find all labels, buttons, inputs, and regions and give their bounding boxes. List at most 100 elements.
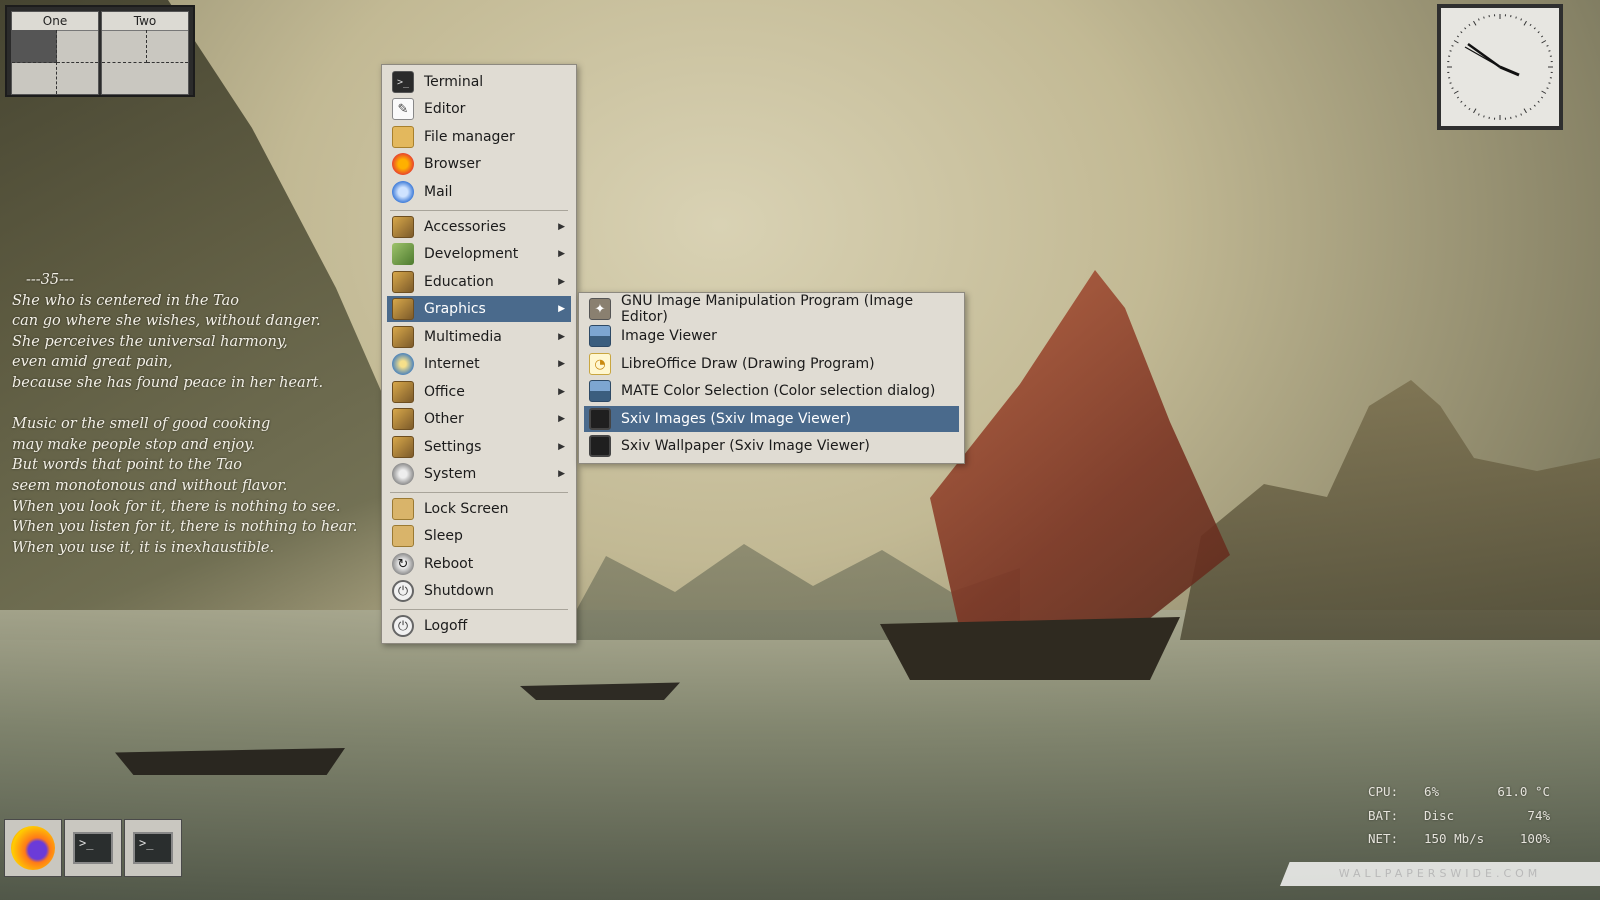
poem-line: When you look for it, there is nothing t… — [12, 498, 341, 515]
menu-separator — [390, 210, 568, 211]
submenu-arrow-icon: ▶ — [558, 359, 565, 369]
graphics-submenu: ✦ GNU Image Manipulation Program (Image … — [578, 292, 965, 464]
poem-line: But words that point to the Tao — [12, 457, 242, 474]
menu-item-label: Accessories — [424, 219, 507, 235]
menu-item-office[interactable]: Office ▶ — [387, 379, 571, 405]
menu-item-terminal[interactable]: >_ Terminal — [387, 69, 571, 95]
submenu-item-sxiv-images[interactable]: Sxiv Images (Sxiv Image Viewer) — [584, 406, 959, 432]
pager-cell — [57, 30, 98, 63]
cpu-usage: 6% — [1424, 784, 1440, 799]
analog-clock — [1437, 4, 1563, 130]
wallpaper-junk-sail — [930, 270, 1230, 650]
office-icon — [392, 381, 414, 403]
menu-item-shutdown[interactable]: ⏻ Shutdown — [387, 578, 571, 604]
submenu-item-color-selection[interactable]: MATE Color Selection (Color selection di… — [584, 378, 959, 404]
menu-item-settings[interactable]: Settings ▶ — [387, 434, 571, 460]
menu-item-label: Shutdown — [424, 583, 494, 599]
submenu-arrow-icon: ▶ — [558, 222, 565, 232]
network-status: NET: 150 Mb/s 100% — [1368, 827, 1550, 851]
menu-separator — [390, 492, 568, 493]
menu-item-accessories[interactable]: Accessories ▶ — [387, 214, 571, 240]
poem-line: Music or the smell of good cooking — [12, 416, 271, 433]
menu-item-label: Development — [424, 246, 519, 262]
menu-item-other[interactable]: Other ▶ — [387, 406, 571, 432]
menu-item-label: Graphics — [424, 301, 486, 317]
settings-icon — [392, 436, 414, 458]
clock-tick — [1515, 115, 1517, 118]
menu-item-reboot[interactable]: ↻ Reboot — [387, 551, 571, 577]
menu-item-editor[interactable]: ✎ Editor — [387, 96, 571, 122]
submenu-item-libreoffice-draw[interactable]: ◔ LibreOffice Draw (Drawing Program) — [584, 351, 959, 377]
menu-item-label: Image Viewer — [621, 328, 717, 344]
menu-item-label: Other — [424, 411, 464, 427]
poem-line: When you use it, it is inexhaustible. — [12, 539, 275, 556]
wallpaper-watermark: WALLPAPERSWIDE.COM — [1280, 862, 1600, 886]
mail-icon — [392, 181, 414, 203]
menu-item-browser[interactable]: Browser — [387, 151, 571, 177]
submenu-arrow-icon: ▶ — [558, 277, 565, 287]
folder-icon — [392, 126, 414, 148]
menu-item-mail[interactable]: Mail — [387, 179, 571, 205]
menu-item-system[interactable]: System ▶ — [387, 461, 571, 487]
firefox-icon — [392, 153, 414, 175]
menu-item-internet[interactable]: Internet ▶ — [387, 351, 571, 377]
submenu-arrow-icon: ▶ — [558, 249, 565, 259]
other-icon — [392, 408, 414, 430]
poem-heading: ---35--- — [26, 272, 74, 288]
clock-tick — [1449, 82, 1452, 84]
development-icon — [392, 243, 414, 265]
submenu-arrow-icon: ▶ — [558, 387, 565, 397]
draw-icon: ◔ — [589, 353, 611, 375]
power-icon: ⏻ — [392, 615, 414, 637]
submenu-arrow-icon: ▶ — [558, 304, 565, 314]
clock-face — [1441, 8, 1559, 126]
submenu-item-sxiv-wallpaper[interactable]: Sxiv Wallpaper (Sxiv Image Viewer) — [584, 433, 959, 459]
dock-firefox-button[interactable] — [4, 819, 62, 877]
cpu-status: CPU: 6% 61.0 °C — [1368, 780, 1550, 804]
gimp-icon: ✦ — [589, 298, 611, 320]
menu-item-sleep[interactable]: Sleep — [387, 523, 571, 549]
menu-item-graphics[interactable]: Graphics ▶ — [387, 296, 571, 322]
clock-tick — [1548, 50, 1551, 52]
poem-line: because she has found peace in her heart… — [12, 374, 324, 391]
menu-item-label: Multimedia — [424, 329, 502, 345]
menu-item-label: Logoff — [424, 618, 468, 634]
poem-line: She perceives the universal harmony, — [12, 333, 288, 350]
workspace-pager: One Two — [5, 5, 195, 97]
battery-state: Disc — [1424, 807, 1455, 823]
accessories-icon — [392, 216, 414, 238]
power-icon: ⏻ — [392, 580, 414, 602]
menu-item-file-manager[interactable]: File manager — [387, 124, 571, 150]
clock-tick — [1515, 16, 1517, 19]
menu-item-development[interactable]: Development ▶ — [387, 241, 571, 267]
workspace-one[interactable]: One — [11, 11, 99, 95]
workspace-two[interactable]: Two — [101, 11, 189, 95]
submenu-item-gimp[interactable]: ✦ GNU Image Manipulation Program (Image … — [584, 293, 959, 325]
poem-line: can go where she wishes, without danger. — [12, 313, 321, 330]
dock-terminal-button[interactable]: >_ — [124, 819, 182, 877]
menu-item-label: Terminal — [424, 74, 484, 90]
menu-item-multimedia[interactable]: Multimedia ▶ — [387, 324, 571, 350]
menu-item-label: Sxiv Images (Sxiv Image Viewer) — [621, 411, 851, 427]
menu-item-label: Sxiv Wallpaper (Sxiv Image Viewer) — [621, 438, 870, 454]
screen-icon — [589, 408, 611, 430]
submenu-item-image-viewer[interactable]: Image Viewer — [584, 323, 959, 349]
menu-item-logoff[interactable]: ⏻ Logoff — [387, 613, 571, 639]
pager-cell — [12, 62, 57, 94]
poem-line: even amid great pain, — [12, 354, 173, 371]
status-key: NET: — [1368, 831, 1399, 846]
menu-item-label: Sleep — [424, 528, 463, 544]
network-signal: 100% — [1519, 831, 1550, 846]
lock-icon — [392, 498, 414, 520]
editor-icon: ✎ — [392, 98, 414, 120]
poem-line: When you listen for it, there is nothing… — [12, 519, 358, 536]
battery-level: 74% — [1527, 807, 1550, 823]
menu-item-lock-screen[interactable]: Lock Screen — [387, 496, 571, 522]
poem-line: seem monotonous and without flavor. — [12, 477, 288, 494]
pager-cell — [102, 30, 147, 63]
dock-terminal-button[interactable]: >_ — [64, 819, 122, 877]
clock-tick — [1548, 82, 1551, 84]
menu-item-education[interactable]: Education ▶ — [387, 269, 571, 295]
clock-tick — [1449, 50, 1452, 52]
workspace-label: Two — [102, 12, 188, 31]
